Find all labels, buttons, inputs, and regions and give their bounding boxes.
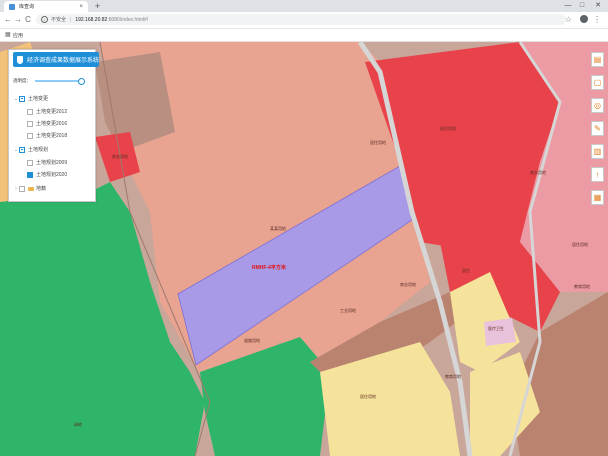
map-label-e: 居住用地 [360,394,376,399]
map-label-highlight: RMHF-4平方米 [252,265,286,271]
tree-node-label: 土地规划2009 [36,160,68,166]
cadastre-checkbox[interactable] [19,185,25,192]
tree-node-land-planning-2020[interactable]: 土地规划2020 [27,171,67,178]
map-label-f: 绿地 [74,422,82,427]
browser-tab[interactable]: 库查询 × [4,1,88,12]
tree-node-label: 土地变更2018 [36,133,68,139]
browser-menu-icon[interactable]: ⋮ [593,15,601,25]
favicon-icon [9,3,15,10]
map-label-h: 商业用地 [400,282,416,287]
tree-node-label: 土地变更2012 [36,109,68,115]
url-path: :8080/index.html#/ [107,16,149,23]
browser-nav-bar: ← → C i 不安全 | 192.168.20.82 :8080/index.… [0,12,608,29]
bookmarks-bar: ▦ 应用 [0,29,608,42]
measure-tool-button[interactable]: ✎ [591,121,604,136]
land-change-2012-checkbox[interactable] [27,108,33,115]
maximize-button[interactable]: □ [576,0,588,12]
tree-node-label: 地籍 [36,186,47,192]
address-bar[interactable]: i 不安全 | 192.168.20.82 :8080/index.html#/ [36,14,566,25]
tree-node-label: 土地变更 [28,96,49,102]
map-label-b: 居住用地 [370,140,386,145]
opacity-row: 透明度： [13,78,85,85]
shield-logo-icon [17,55,23,64]
tree-node-land-change[interactable]: ⌄ 土地变更 [13,95,48,102]
land-change-2018-checkbox[interactable] [27,132,33,139]
land-change-checkbox[interactable] [19,95,25,102]
land-planning-2009-checkbox[interactable] [27,159,33,166]
tree-node-land-planning[interactable]: ⌄ 土地规划 [13,146,48,153]
map-label-j: 工业用地 [340,308,356,313]
opacity-slider-handle[interactable] [78,78,85,85]
tree-node-label: 土地规划2020 [36,172,68,178]
address-separator: | [70,16,72,23]
folder-icon [28,186,34,191]
land-change-2016-checkbox[interactable] [27,120,33,127]
new-tab-button[interactable]: + [92,1,103,11]
tree-node-land-change-2018[interactable]: 土地变更2018 [27,132,67,139]
map-label-n: 教育用地 [574,284,590,289]
opacity-slider[interactable] [35,78,85,85]
delete-tool-button[interactable]: ▥ [591,144,604,159]
layer-panel: 经济调查成果数据展示系统 透明度： ⌄ 土地变更 土地变更2012 土地变更20… [8,49,99,202]
map-toolbar: ▤ ▢ ◎ ✎ ▥ ↑ ▦ [591,52,605,213]
map-label-g: 道路用地 [244,338,260,343]
parcel-pink-small[interactable] [484,318,516,346]
map-label-k: 商业用地 [530,170,546,175]
map-label-a: 商业用地 [112,154,128,159]
tree-node-label: 土地规划 [28,147,49,153]
bookmark-apps-label[interactable]: 应用 [13,32,23,39]
tree-node-land-change-2016[interactable]: 土地变更2016 [27,120,67,127]
tree-node-land-change-2012[interactable]: 土地变更2012 [27,108,67,115]
tree-node-land-planning-2009[interactable]: 土地规划2009 [27,159,67,166]
apps-icon[interactable]: ▦ [5,31,11,38]
security-label: 不安全 [51,17,67,23]
map-label-l: 医疗卫生 [488,326,504,331]
tree-node-label: 土地变更2016 [36,121,68,127]
browser-tab-bar: 库查询 × + — □ ✕ [0,0,608,12]
map-label-c: 居住用地 [440,126,456,131]
chart-tool-button[interactable]: ▦ [591,190,604,205]
locate-tool-button[interactable]: ◎ [591,98,604,113]
map-label-d: 教育用地 [445,374,461,379]
profile-avatar-icon[interactable] [580,15,588,23]
panel-title: 经济调查成果数据展示系统 [26,58,99,64]
land-planning-checkbox[interactable] [19,146,25,153]
upload-tool-button[interactable]: ↑ [591,167,604,182]
clear-tool-button[interactable]: ▢ [591,75,604,90]
url-host: 192.168.20.82 [75,16,108,23]
bookmark-star-icon[interactable]: ☆ [565,15,572,25]
tree-node-cadastre[interactable]: › 地籍 [13,185,46,192]
minimize-button[interactable]: — [562,0,574,12]
opacity-label: 透明度： [13,78,31,83]
back-button[interactable]: ← [3,15,13,25]
land-planning-2020-checkbox[interactable] [27,171,33,178]
map-label-m: 居住用地 [572,242,588,247]
reload-button[interactable]: C [23,15,33,25]
panel-header: 经济调查成果数据展示系统 [13,52,99,67]
close-window-button[interactable]: ✕ [592,0,604,12]
tab-close-icon[interactable]: × [79,4,83,10]
tab-title: 库查询 [19,4,35,10]
map-label-i: 居住 [462,268,470,273]
map-label-faint: 某某用地 [270,226,286,231]
layers-tool-button[interactable]: ▤ [591,52,604,67]
info-icon[interactable]: i [41,16,48,23]
forward-button[interactable]: → [13,15,23,25]
